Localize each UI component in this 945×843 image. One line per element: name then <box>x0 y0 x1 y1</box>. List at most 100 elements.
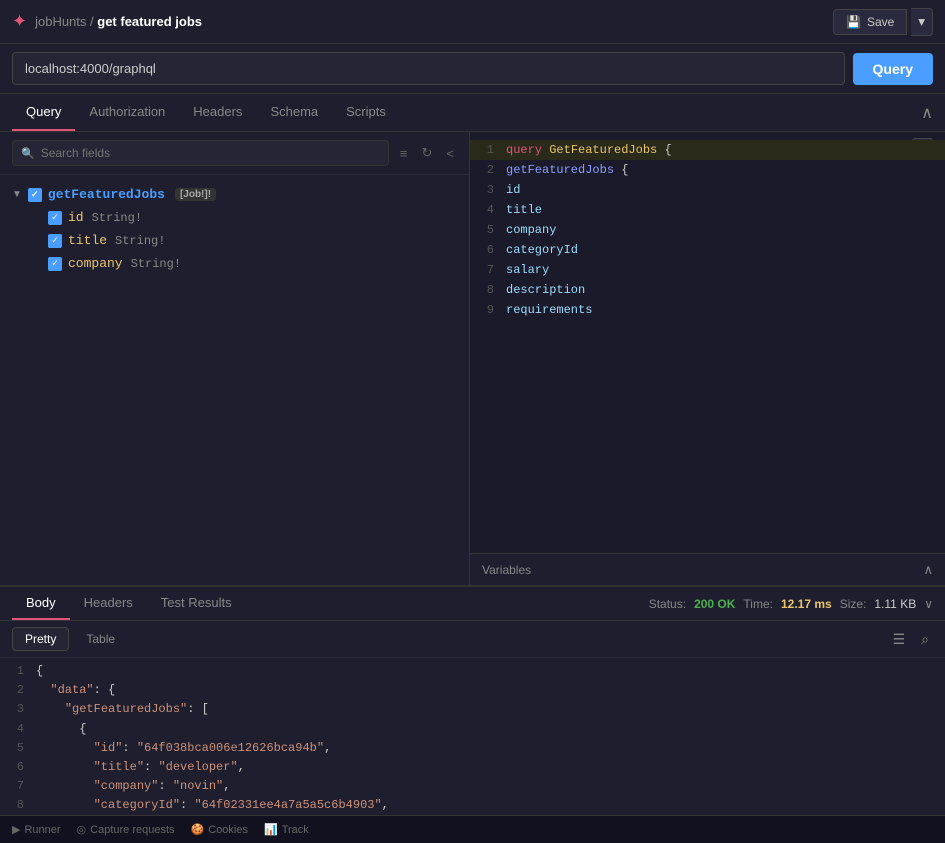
tab-query[interactable]: Query <box>12 94 75 131</box>
line-content: "company": "novin", <box>36 777 230 796</box>
search-bar: 🔍 ≡ ↻ < <box>0 132 469 175</box>
collapse-button[interactable]: ∧ <box>921 103 933 123</box>
search-actions: ≡ ↻ < <box>397 142 457 164</box>
top-bar-right: 💾 Save ▾ <box>833 8 933 36</box>
search-input[interactable] <box>41 146 380 160</box>
code-line: 6 categoryId <box>470 240 945 260</box>
line-content: { <box>36 720 86 739</box>
runner-label: Runner <box>24 824 60 836</box>
capture-label: Capture requests <box>90 824 174 836</box>
line-content: getFeaturedJobs { <box>506 161 628 179</box>
list-item[interactable]: title String! <box>36 229 469 252</box>
app-icon: ✦ <box>12 11 27 32</box>
url-input[interactable] <box>12 52 845 85</box>
response-tabs: Body Headers Test Results <box>12 587 246 620</box>
code-line: 4 title <box>470 200 945 220</box>
field-checkbox[interactable] <box>48 257 62 271</box>
line-number: 8 <box>0 796 36 815</box>
code-line: 8 description <box>470 280 945 300</box>
bottom-panel: Body Headers Test Results Status: 200 OK… <box>0 585 945 815</box>
toolbar-track[interactable]: 📊 Track <box>264 823 309 836</box>
status-label: Status: <box>649 597 686 611</box>
toolbar-runner[interactable]: ▶ Runner <box>12 823 61 836</box>
field-checkbox[interactable] <box>48 234 62 248</box>
tab-authorization[interactable]: Authorization <box>75 94 179 131</box>
toolbar-capture[interactable]: ◎ Capture requests <box>77 823 175 836</box>
code-line: 5 company <box>470 220 945 240</box>
collapse-left-button[interactable]: < <box>443 143 457 164</box>
top-bar: ✦ jobHunts / get featured jobs 💾 Save ▾ <box>0 0 945 44</box>
tab-headers[interactable]: Headers <box>179 94 256 131</box>
capture-icon: ◎ <box>77 823 87 836</box>
response-time: 12.17 ms <box>781 597 832 611</box>
search-icon: 🔍 <box>21 147 35 160</box>
save-button[interactable]: 💾 Save <box>833 9 907 35</box>
field-name: title <box>68 233 107 248</box>
code-line: 3 id <box>470 180 945 200</box>
line-number: 4 <box>470 201 506 219</box>
line-number: 3 <box>0 700 36 719</box>
line-number: 5 <box>0 739 36 758</box>
query-tabs: Query Authorization Headers Schema Scrip… <box>12 94 400 131</box>
resp-line: 6 "title": "developer", <box>0 758 945 777</box>
tab-schema[interactable]: Schema <box>256 94 332 131</box>
field-type: String! <box>115 234 165 248</box>
resp-line: 4 { <box>0 720 945 739</box>
response-code: 1 { 2 "data": { 3 "getFeaturedJobs": [ 4… <box>0 658 945 815</box>
tab-scripts[interactable]: Scripts <box>332 94 400 131</box>
line-content: "getFeaturedJobs": [ <box>36 700 209 719</box>
root-field-name: getFeaturedJobs <box>48 187 165 202</box>
filter-button[interactable]: ≡ <box>397 143 411 164</box>
search-response-button[interactable]: ⌕ <box>917 629 933 650</box>
tab-headers[interactable]: Headers <box>70 587 147 620</box>
line-number: 2 <box>470 161 506 179</box>
line-number: 1 <box>0 662 36 681</box>
format-tab-table[interactable]: Table <box>73 627 128 651</box>
variables-collapse-button[interactable]: ∧ <box>923 562 933 578</box>
line-content: requirements <box>506 301 592 319</box>
code-line: 1 query GetFeaturedJobs { <box>470 140 945 160</box>
tab-body[interactable]: Body <box>12 587 70 620</box>
expand-response-button[interactable]: ∨ <box>924 597 933 611</box>
field-checkbox[interactable] <box>48 211 62 225</box>
line-number: 5 <box>470 221 506 239</box>
line-number: 6 <box>470 241 506 259</box>
resp-line: 3 "getFeaturedJobs": [ <box>0 700 945 719</box>
line-number: 6 <box>0 758 36 777</box>
resp-line: 5 "id": "64f038bca006e12626bca94b", <box>0 739 945 758</box>
main-content: 🔍 ≡ ↻ < ▼ getFeaturedJobs [Job!]! <box>0 132 945 585</box>
line-number: 8 <box>470 281 506 299</box>
line-number: 7 <box>470 261 506 279</box>
tab-test-results[interactable]: Test Results <box>147 587 246 620</box>
save-icon: 💾 <box>846 15 861 29</box>
format-actions: ☰ ⌕ <box>889 629 933 650</box>
list-item[interactable]: id String! <box>36 206 469 229</box>
toolbar-cookies[interactable]: 🍪 Cookies <box>191 823 248 836</box>
line-content: salary <box>506 261 549 279</box>
variables-label: Variables <box>482 563 531 577</box>
resp-line: 7 "company": "novin", <box>0 777 945 796</box>
search-input-wrap: 🔍 <box>12 140 389 166</box>
runner-icon: ▶ <box>12 823 20 836</box>
query-button[interactable]: Query <box>853 53 933 85</box>
chevron-down-icon[interactable]: ▼ <box>12 189 22 200</box>
breadcrumb-root[interactable]: jobHunts <box>35 14 86 29</box>
format-tabs-row: Pretty Table ☰ ⌕ <box>0 621 945 658</box>
fields-tree: ▼ getFeaturedJobs [Job!]! id String! tit… <box>0 175 469 585</box>
root-checkbox[interactable] <box>28 188 42 202</box>
filter-response-button[interactable]: ☰ <box>889 629 910 650</box>
list-item[interactable]: company String! <box>36 252 469 275</box>
save-dropdown-button[interactable]: ▾ <box>911 8 933 36</box>
code-editor[interactable]: 1 query GetFeaturedJobs { 2 getFeaturedJ… <box>470 132 945 553</box>
track-icon: 📊 <box>264 823 278 836</box>
size-label: Size: <box>840 597 867 611</box>
line-number: 1 <box>470 141 506 159</box>
refresh-button[interactable]: ↻ <box>419 142 436 164</box>
time-label: Time: <box>743 597 773 611</box>
format-tab-pretty[interactable]: Pretty <box>12 627 69 651</box>
resp-line: 2 "data": { <box>0 681 945 700</box>
line-content: company <box>506 221 556 239</box>
tree-root-item[interactable]: ▼ getFeaturedJobs [Job!]! <box>0 183 469 206</box>
line-content: "id": "64f038bca006e12626bca94b", <box>36 739 331 758</box>
line-number: 7 <box>0 777 36 796</box>
